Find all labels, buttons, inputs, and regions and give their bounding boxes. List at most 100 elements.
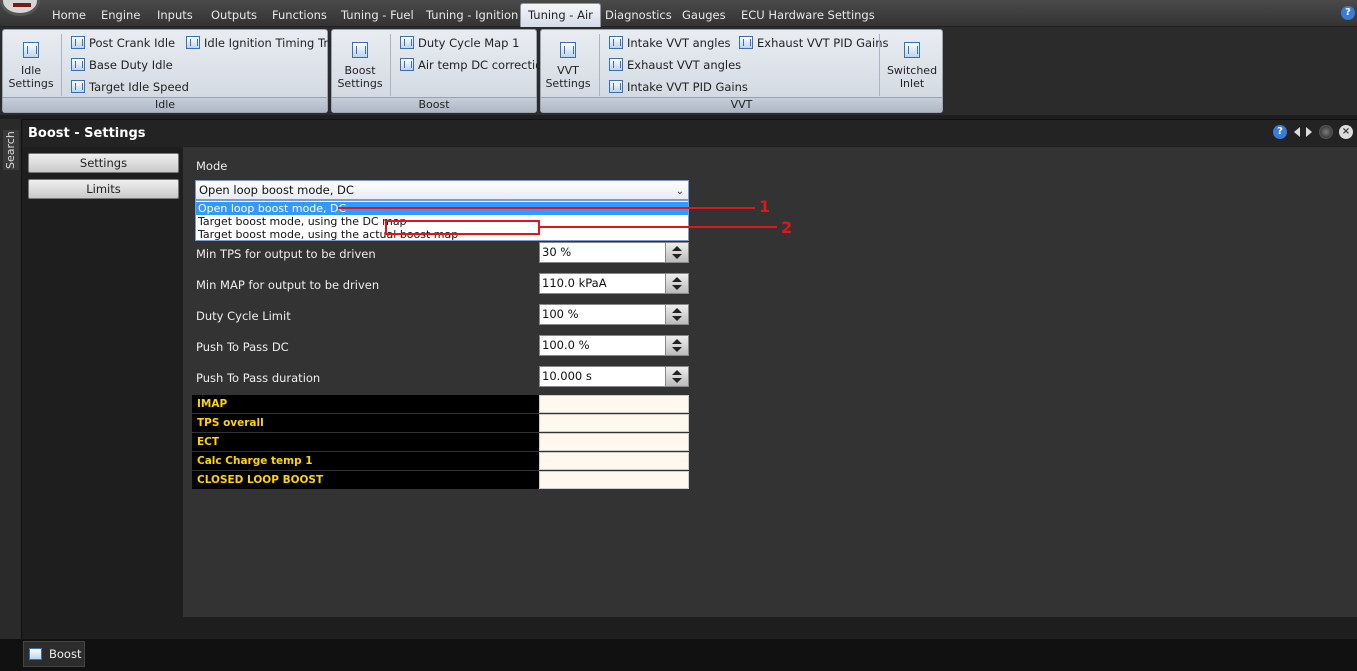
runtime-row: IMAP bbox=[192, 395, 689, 413]
exhaust-vvt-angles-button[interactable]: Exhaust VVT angles bbox=[607, 56, 741, 74]
table-icon bbox=[23, 42, 39, 58]
post-crank-idle-button[interactable]: Post Crank Idle bbox=[69, 34, 175, 52]
ribbon-group-boost: Boost Settings Duty Cycle Map 1 Air temp… bbox=[331, 29, 550, 113]
list-icon bbox=[29, 648, 42, 660]
exhaust-vvt-pid-gains-button[interactable]: Exhaust VVT PID Gains bbox=[737, 34, 889, 52]
target-idle-speed-button[interactable]: Target Idle Speed bbox=[69, 78, 189, 96]
push-to-pass-duration-label: Push To Pass duration bbox=[196, 371, 321, 385]
annotation-bracket-2 bbox=[385, 220, 540, 235]
duty-cycle-map-1-label: Duty Cycle Map 1 bbox=[418, 36, 520, 50]
min-map-label: Min MAP for output to be driven bbox=[196, 278, 380, 292]
help-icon[interactable]: ? bbox=[1341, 6, 1355, 20]
duty-cycle-limit-stepper[interactable]: 100 % bbox=[539, 304, 689, 325]
search-tab[interactable]: Search bbox=[3, 130, 19, 170]
tab-ecu-hardware-settings[interactable]: ECU Hardware Settings bbox=[738, 6, 878, 26]
runtime-label-closed-loop-boost: CLOSED LOOP BOOST bbox=[192, 471, 539, 489]
intake-vvt-angles-button[interactable]: Intake VVT angles bbox=[607, 34, 731, 52]
tab-inputs[interactable]: Inputs bbox=[154, 6, 196, 26]
gauge-icon[interactable] bbox=[1318, 125, 1333, 139]
annotation-marker-1: 1 bbox=[759, 197, 771, 216]
min-tps-label: Min TPS for output to be driven bbox=[196, 247, 376, 261]
push-to-pass-duration-stepper[interactable]: 10.000 s bbox=[539, 366, 689, 387]
arrow-down-icon[interactable] bbox=[672, 378, 682, 383]
app-window: Home Engine Inputs Outputs Functions Tun… bbox=[0, 0, 1357, 671]
push-to-pass-duration-value: 10.000 s bbox=[542, 369, 592, 383]
air-temp-dc-correction-button[interactable]: Air temp DC correction bbox=[398, 56, 550, 74]
air-temp-dc-correction-label: Air temp DC correction bbox=[418, 58, 550, 72]
ribbon-group-vvt: VVT Settings Intake VVT angles Exhaust V… bbox=[540, 29, 943, 113]
tab-tuning-ignition[interactable]: Tuning - Ignition bbox=[423, 6, 521, 26]
back-arrow-icon[interactable] bbox=[1293, 127, 1300, 137]
mode-label: Mode bbox=[196, 159, 228, 173]
tab-gauges[interactable]: Gauges bbox=[679, 6, 729, 26]
tab-outputs[interactable]: Outputs bbox=[208, 6, 260, 26]
arrow-down-icon[interactable] bbox=[672, 316, 682, 321]
ribbon-group-label: Boost bbox=[332, 97, 536, 112]
post-crank-idle-label: Post Crank Idle bbox=[89, 36, 176, 50]
stepper-buttons[interactable] bbox=[665, 336, 688, 355]
idle-settings-button[interactable]: Idle Settings bbox=[7, 32, 55, 98]
tab-tuning-fuel[interactable]: Tuning - Fuel bbox=[338, 6, 417, 26]
tab-functions[interactable]: Functions bbox=[269, 6, 330, 26]
mode-select[interactable]: Open loop boost mode, DC ⌄ bbox=[195, 180, 689, 200]
arrow-up-icon[interactable] bbox=[672, 370, 682, 375]
tab-home[interactable]: Home bbox=[49, 6, 89, 26]
table-icon bbox=[400, 58, 414, 71]
chevron-down-icon[interactable]: ⌄ bbox=[676, 183, 684, 201]
arrow-up-icon[interactable] bbox=[672, 339, 682, 344]
runtime-label-imap: IMAP bbox=[192, 395, 539, 413]
forward-arrow-icon[interactable] bbox=[1306, 127, 1312, 137]
intake-vvt-angles-label: Intake VVT angles bbox=[627, 36, 731, 50]
idle-settings-label: Idle Settings bbox=[8, 64, 54, 90]
stepper-buttons[interactable] bbox=[665, 243, 688, 262]
runtime-row: TPS overall bbox=[192, 414, 689, 432]
base-duty-idle-button[interactable]: Base Duty Idle bbox=[69, 56, 173, 74]
tab-engine[interactable]: Engine bbox=[98, 6, 143, 26]
arrow-up-icon[interactable] bbox=[672, 308, 682, 313]
runtime-label-calc-charge-temp: Calc Charge temp 1 bbox=[192, 452, 539, 470]
boost-settings-button[interactable]: Boost Settings bbox=[336, 32, 384, 98]
tab-diagnostics[interactable]: Diagnostics bbox=[602, 6, 675, 26]
arrow-down-icon[interactable] bbox=[672, 285, 682, 290]
push-to-pass-dc-value: 100.0 % bbox=[542, 338, 590, 352]
intake-vvt-pid-gains-label: Intake VVT PID Gains bbox=[627, 80, 748, 94]
ribbon-separator bbox=[879, 34, 880, 96]
min-map-stepper[interactable]: 110.0 kPaA bbox=[539, 273, 689, 294]
vvt-settings-button[interactable]: VVT Settings bbox=[543, 32, 593, 98]
ribbon-group-label: VVT bbox=[541, 97, 942, 112]
min-map-value: 110.0 kPaA bbox=[542, 276, 607, 290]
intake-vvt-pid-gains-button[interactable]: Intake VVT PID Gains bbox=[607, 78, 748, 96]
nav-settings-button[interactable]: Settings bbox=[28, 153, 179, 173]
stepper-buttons[interactable] bbox=[665, 367, 688, 386]
table-icon bbox=[71, 58, 85, 71]
idle-ignition-timing-trim-button[interactable]: Idle Ignition Timing Trim bbox=[184, 34, 342, 52]
settings-nav: Settings Limits bbox=[23, 147, 183, 617]
push-to-pass-dc-stepper[interactable]: 100.0 % bbox=[539, 335, 689, 356]
document-tab-boost[interactable]: Boost bbox=[23, 641, 85, 667]
duty-cycle-limit-label: Duty Cycle Limit bbox=[196, 309, 291, 323]
annotation-marker-2: 2 bbox=[781, 218, 793, 237]
vvt-settings-label: VVT Settings bbox=[545, 64, 591, 90]
page-title: Boost - Settings bbox=[28, 126, 146, 141]
table-icon bbox=[71, 36, 85, 49]
help-icon[interactable]: ? bbox=[1273, 125, 1287, 139]
close-icon[interactable]: × bbox=[1339, 125, 1353, 139]
table-icon bbox=[904, 42, 920, 58]
app-logo[interactable] bbox=[0, 0, 40, 16]
exhaust-vvt-pid-gains-label: Exhaust VVT PID Gains bbox=[757, 36, 889, 50]
ribbon-group-label: Idle bbox=[3, 97, 327, 112]
menu-bar: Home Engine Inputs Outputs Functions Tun… bbox=[0, 0, 1357, 27]
runtime-value bbox=[539, 452, 689, 470]
arrow-up-icon[interactable] bbox=[672, 277, 682, 282]
min-tps-stepper[interactable]: 30 % bbox=[539, 242, 689, 263]
arrow-down-icon[interactable] bbox=[672, 254, 682, 259]
duty-cycle-map-1-button[interactable]: Duty Cycle Map 1 bbox=[398, 34, 519, 52]
tab-tuning-air[interactable]: Tuning - Air bbox=[520, 3, 601, 27]
arrow-up-icon[interactable] bbox=[672, 246, 682, 251]
arrow-down-icon[interactable] bbox=[672, 347, 682, 352]
stepper-buttons[interactable] bbox=[665, 274, 688, 293]
runtime-label-tps-overall: TPS overall bbox=[192, 414, 539, 432]
stepper-buttons[interactable] bbox=[665, 305, 688, 324]
nav-limits-button[interactable]: Limits bbox=[28, 179, 179, 199]
switched-inlet-button[interactable]: Switched Inlet bbox=[885, 32, 939, 98]
